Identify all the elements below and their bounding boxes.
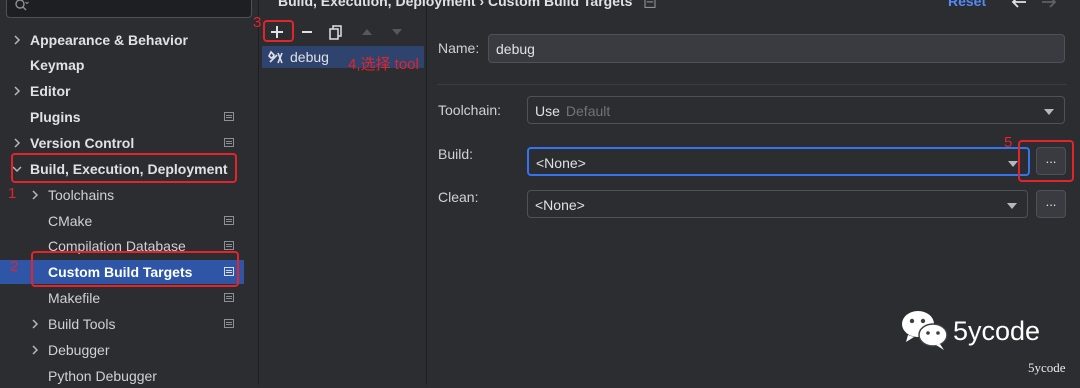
- chevron-right-icon[interactable]: [28, 188, 42, 202]
- back-arrow-icon[interactable]: [1010, 0, 1028, 8]
- annotation-box-5: [1018, 140, 1074, 182]
- remove-icon[interactable]: [298, 23, 316, 41]
- watermark-small: 5ycode: [1028, 360, 1066, 375]
- forward-arrow-icon[interactable]: [1040, 0, 1058, 8]
- annotation-number-2: 2: [10, 258, 19, 275]
- sidebar-item-version-control[interactable]: Version Control: [0, 131, 244, 155]
- toolchain-value: Use: [535, 103, 560, 119]
- project-settings-icon: [644, 0, 656, 8]
- annotation-box-3: [263, 20, 294, 42]
- sidebar-item-label: Debugger: [48, 342, 110, 358]
- sidebar-item-makefile[interactable]: Makefile: [0, 286, 244, 310]
- clean-browse-button[interactable]: ...: [1036, 190, 1066, 218]
- sidebar-item-label: Toolchains: [48, 187, 115, 203]
- sidebar-item-cmake[interactable]: CMake: [0, 209, 244, 233]
- copy-icon[interactable]: [327, 23, 345, 41]
- project-settings-icon: [224, 241, 234, 250]
- sidebar-item-label: Python Debugger: [48, 368, 157, 384]
- clean-value: <None>: [535, 197, 585, 213]
- move-down-icon[interactable]: [388, 23, 406, 41]
- clean-select[interactable]: <None>: [527, 190, 1028, 218]
- chevron-right-icon[interactable]: [28, 317, 42, 331]
- sidebar-item-appearance[interactable]: Appearance & Behavior: [0, 28, 244, 52]
- chevron-down-icon: [1008, 161, 1018, 167]
- project-settings-icon: [224, 138, 234, 147]
- toolchain-hint: Default: [565, 103, 611, 119]
- wechat-logo-icon: [902, 311, 948, 350]
- sidebar-item-debugger[interactable]: Debugger: [0, 338, 244, 362]
- settings-sidebar: Appearance & Behavior Keymap Editor Plug…: [0, 0, 258, 385]
- toolchain-select[interactable]: Use Default: [527, 96, 1065, 124]
- name-field[interactable]: debug: [488, 34, 1065, 63]
- sidebar-item-build-tools[interactable]: Build Tools: [0, 312, 244, 336]
- annotation-number-1: 1: [8, 185, 17, 202]
- annotation-number-3: 3: [253, 14, 262, 31]
- sidebar-item-label: Version Control: [30, 135, 135, 151]
- project-settings-icon: [224, 216, 234, 225]
- sidebar-item-label: Editor: [30, 83, 71, 99]
- move-up-icon[interactable]: [358, 23, 376, 41]
- sidebar-item-label: Appearance & Behavior: [30, 32, 188, 48]
- settings-search-input[interactable]: [6, 0, 252, 18]
- project-settings-icon: [224, 112, 234, 121]
- section-divider: [437, 84, 1067, 85]
- annotation-number-5: 5: [1004, 134, 1013, 151]
- sidebar-item-label: Plugins: [30, 109, 81, 125]
- target-item-label: debug: [290, 49, 329, 65]
- sidebar-item-label: Makefile: [48, 290, 101, 306]
- chevron-right-icon[interactable]: [10, 84, 24, 98]
- build-value: <None>: [536, 155, 586, 171]
- annotation-box-2: [31, 251, 239, 287]
- name-label: Name:: [438, 40, 480, 56]
- build-tools-icon: [268, 50, 283, 64]
- sidebar-item-keymap[interactable]: Keymap: [0, 53, 244, 77]
- name-value: debug: [496, 41, 535, 57]
- sidebar-item-label: Build Tools: [48, 316, 116, 332]
- chevron-right-icon[interactable]: [28, 343, 42, 357]
- breadcrumb: Build, Execution, Deployment › Custom Bu…: [278, 0, 633, 9]
- project-settings-icon: [224, 293, 234, 302]
- toolchain-label: Toolchain:: [438, 102, 502, 118]
- annotation-text-4: 4,选择 tool: [348, 56, 419, 73]
- watermark-brand: 5ycode: [953, 316, 1041, 346]
- chevron-down-icon: [1044, 109, 1054, 115]
- sidebar-item-label: CMake: [48, 213, 93, 229]
- chevron-down-icon: [1007, 203, 1017, 209]
- sidebar-item-toolchains[interactable]: Toolchains: [0, 183, 244, 207]
- chevron-right-icon[interactable]: [10, 136, 24, 150]
- sidebar-item-plugins[interactable]: Plugins: [0, 105, 244, 129]
- annotation-box-1: [11, 153, 237, 183]
- sidebar-item-python-debugger[interactable]: Python Debugger: [0, 364, 244, 388]
- reset-link[interactable]: Reset: [948, 0, 986, 9]
- build-select[interactable]: <None>: [527, 147, 1030, 176]
- sidebar-item-label: Keymap: [30, 57, 85, 73]
- sidebar-item-editor[interactable]: Editor: [0, 79, 244, 103]
- chevron-right-icon[interactable]: [10, 33, 24, 47]
- project-settings-icon: [224, 319, 234, 328]
- search-icon: [15, 0, 29, 11]
- build-label: Build:: [438, 146, 474, 162]
- clean-label: Clean:: [438, 189, 479, 205]
